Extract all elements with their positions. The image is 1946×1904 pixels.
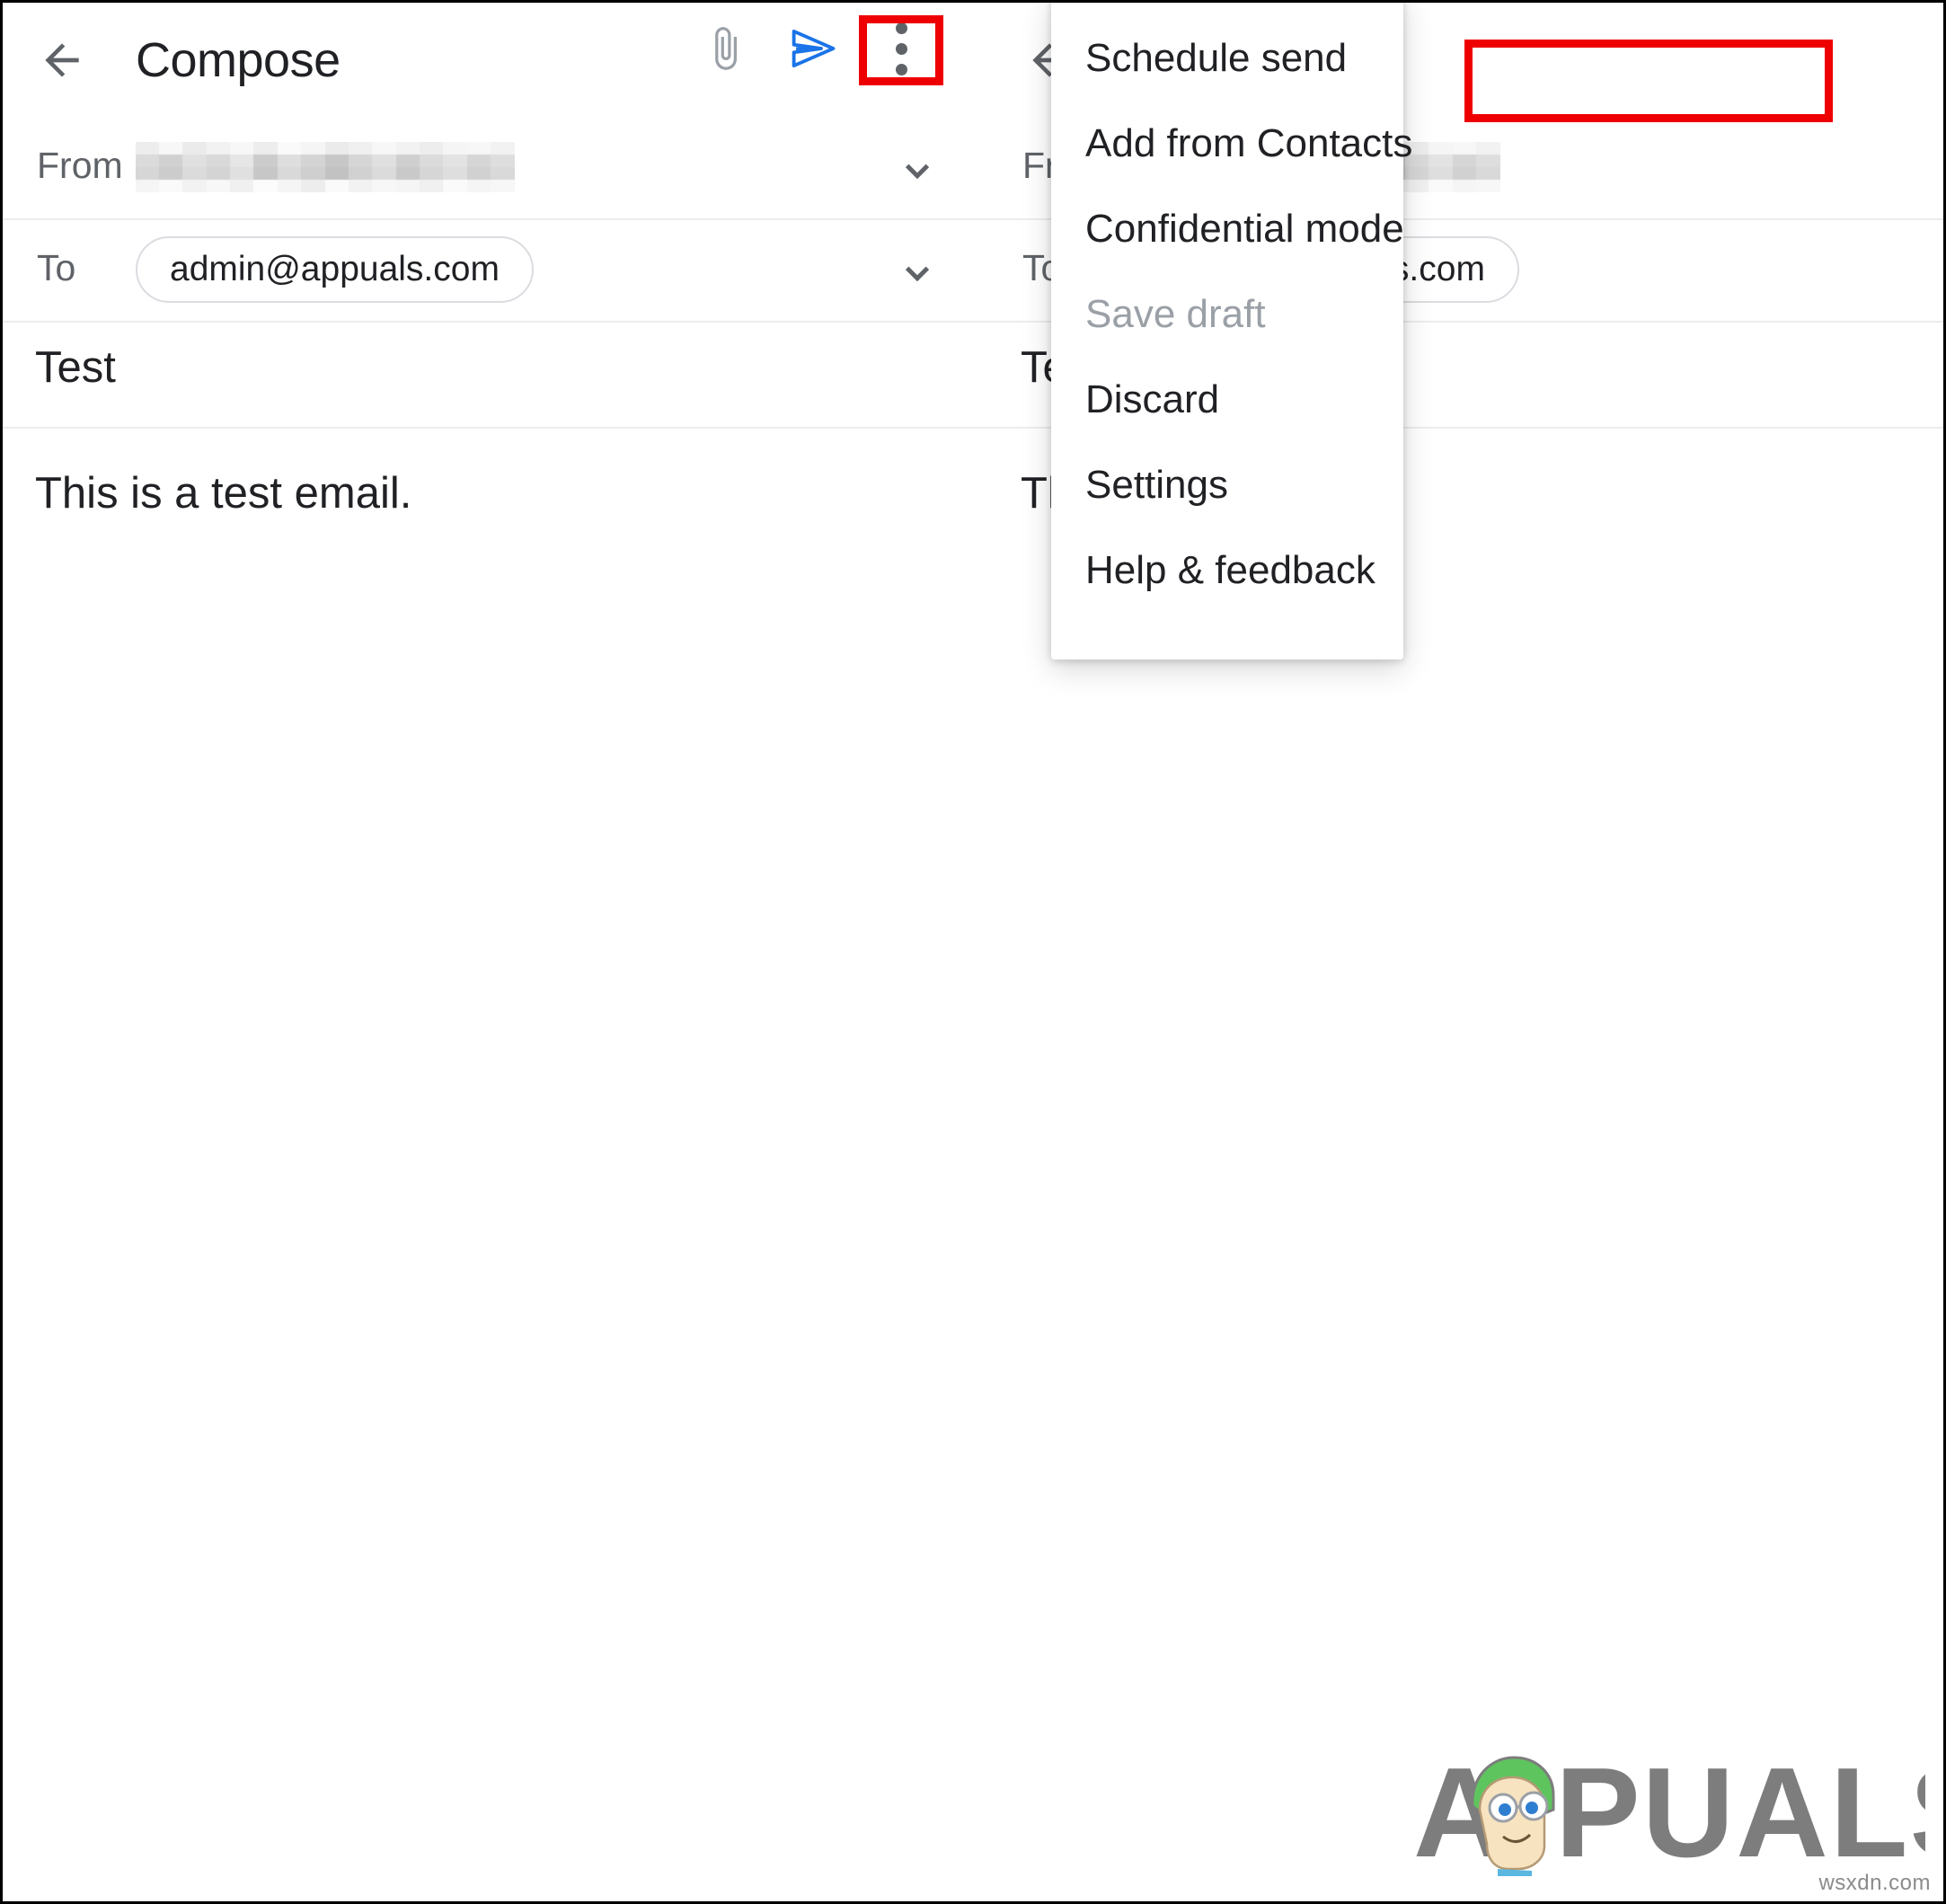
send-icon[interactable] <box>789 24 837 73</box>
recipient-chip[interactable]: admin@appuals.com <box>136 236 534 303</box>
kebab-dot <box>895 63 907 75</box>
to-row[interactable]: To admin@appuals.com <box>3 220 995 323</box>
menu-item-schedule-send[interactable]: Schedule send <box>1051 15 1403 101</box>
kebab-dot <box>895 22 907 34</box>
more-options-icon[interactable] <box>859 15 943 85</box>
menu-item-discard[interactable]: Discard <box>1051 357 1403 442</box>
body-input[interactable]: This is a test email. <box>35 468 411 518</box>
subject-input[interactable]: Test <box>35 342 116 393</box>
app-bar-actions-left <box>701 15 943 85</box>
from-row[interactable]: From <box>3 118 995 220</box>
kebab-dots <box>895 22 907 75</box>
attach-icon[interactable] <box>701 24 749 73</box>
from-value-redacted <box>136 142 515 192</box>
subject-row[interactable]: Test <box>3 323 995 429</box>
chevron-down-icon-to[interactable] <box>897 252 938 294</box>
to-label: To <box>37 247 76 288</box>
back-arrow-icon[interactable] <box>37 35 87 85</box>
body-area[interactable]: This is a test email. <box>3 429 995 896</box>
page-title: Compose <box>136 33 341 87</box>
menu-item-add-from-contacts[interactable]: Add from Contacts <box>1051 101 1412 186</box>
menu-item-help-and-feedback[interactable]: Help & feedback <box>1051 527 1403 613</box>
kebab-dot <box>895 42 907 55</box>
compose-panel-left: Compose From To admin@appuals.com Test T… <box>3 3 995 1901</box>
from-label: From <box>37 145 123 186</box>
watermark-text: wsxdn.com <box>1818 1871 1931 1895</box>
menu-item-settings[interactable]: Settings <box>1051 442 1403 527</box>
screenshot-root: Compose From To admin@appuals.com Test T… <box>0 0 1946 1904</box>
chevron-down-icon-from[interactable] <box>897 150 938 191</box>
menu-item-confidential-mode[interactable]: Confidential mode <box>1051 186 1404 271</box>
app-bar-left: Compose <box>3 3 995 118</box>
menu-item-save-draft: Save draft <box>1085 291 1266 336</box>
svg-text:PUALS: PUALS <box>1555 1741 1925 1876</box>
overflow-menu: Schedule send Add from Contacts Confiden… <box>1051 3 1412 660</box>
appuals-logo: A PUALS <box>1413 1741 1943 1885</box>
